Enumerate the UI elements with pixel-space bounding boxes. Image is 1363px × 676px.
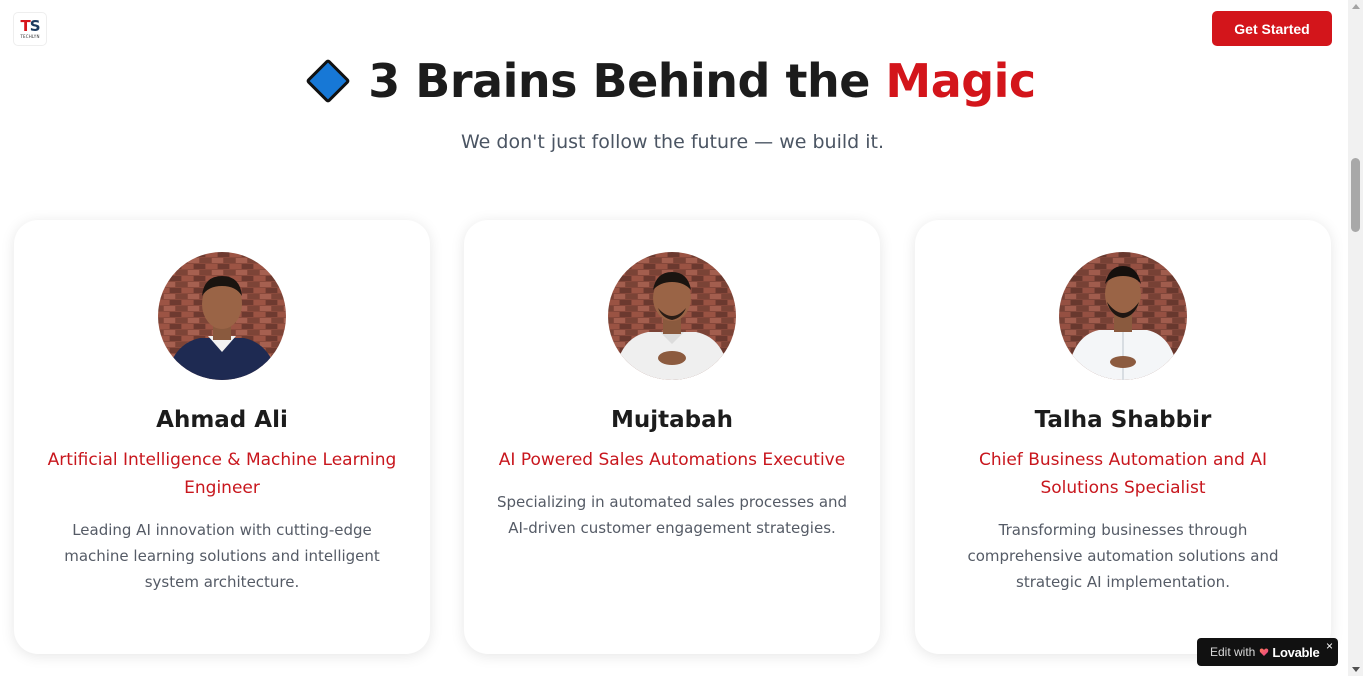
member-description: Leading AI innovation with cutting-edge … <box>64 521 380 591</box>
logo-mark: TS <box>20 17 40 35</box>
logo[interactable]: TS TECHLYN <box>14 13 46 45</box>
badge-brand: Lovable <box>1272 644 1320 660</box>
scrollbar[interactable] <box>1348 0 1363 676</box>
member-role: Artificial Intelligence & Machine Learni… <box>47 450 397 498</box>
member-name: Talha Shabbir <box>1034 407 1212 433</box>
member-role: AI Powered Sales Automations Executive <box>498 450 846 470</box>
edit-with-lovable-badge[interactable]: Edit with Lovable × <box>1197 638 1338 666</box>
member-name: Mujtabah <box>610 407 734 433</box>
scroll-down-icon[interactable] <box>1352 667 1360 672</box>
badge-prefix: Edit with <box>1210 645 1256 659</box>
member-description: Specializing in automated sales processe… <box>496 493 848 537</box>
logo-subtext: TECHLYN <box>20 34 40 39</box>
page-title: 3 Brains Behind the Magic <box>368 54 1036 108</box>
lovable-heart-icon <box>1260 648 1269 656</box>
tagline: We don't just follow the future — we bui… <box>460 131 885 153</box>
avatar <box>1059 252 1187 380</box>
team-card-mujtabah: Mujtabah AI Powered Sales Automations Ex… <box>464 220 880 654</box>
title-accent: Magic <box>885 54 1036 108</box>
member-description: Transforming businesses through comprehe… <box>967 521 1279 591</box>
scroll-up-icon[interactable] <box>1352 4 1360 9</box>
close-icon[interactable]: × <box>1326 639 1333 653</box>
team-card-talha: Talha Shabbir Chief Business Automation … <box>915 220 1331 654</box>
avatar <box>608 252 736 380</box>
team-card-ahmad: Ahmad Ali Artificial Intelligence & Mach… <box>14 220 430 654</box>
blue-diamond-icon <box>305 58 351 104</box>
scrollbar-thumb[interactable] <box>1351 158 1360 232</box>
member-role: Chief Business Automation and AI Solutio… <box>978 450 1268 498</box>
avatar <box>158 252 286 380</box>
member-name: Ahmad Ali <box>156 407 288 433</box>
get-started-button[interactable]: Get Started <box>1212 11 1332 46</box>
section-heading: 3 Brains Behind the Magic <box>0 54 1348 108</box>
